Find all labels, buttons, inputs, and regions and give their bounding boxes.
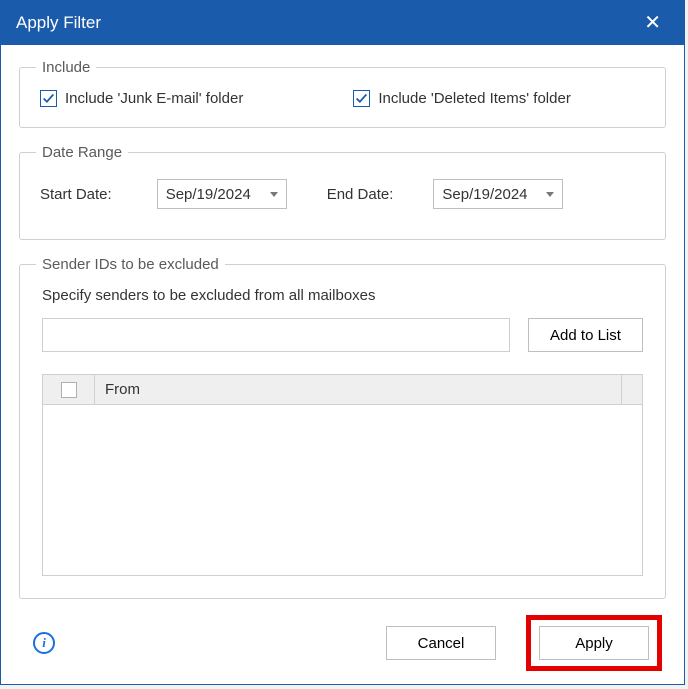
include-junk-row: Include 'Junk E-mail' folder [40, 90, 243, 107]
include-junk-checkbox[interactable] [40, 90, 57, 107]
grid-header-spacer [622, 375, 642, 404]
sender-grid: From [42, 374, 643, 576]
end-date-label: End Date: [327, 186, 394, 203]
grid-select-all-checkbox[interactable] [61, 382, 77, 398]
titlebar: Apply Filter ✕ [1, 1, 684, 45]
date-range-group: Date Range Start Date: Sep/19/2024 End D… [19, 144, 666, 240]
start-date-picker[interactable]: Sep/19/2024 [157, 179, 287, 209]
end-date-picker[interactable]: Sep/19/2024 [433, 179, 563, 209]
include-junk-label[interactable]: Include 'Junk E-mail' folder [65, 90, 243, 107]
chevron-down-icon [546, 192, 554, 197]
sender-grid-body [43, 405, 642, 575]
date-range-legend: Date Range [36, 144, 128, 161]
chevron-down-icon [270, 192, 278, 197]
sender-input-row: Add to List [42, 318, 643, 352]
dialog-body: Include Include 'Junk E-mail' folder Inc… [1, 45, 684, 689]
date-range-body: Start Date: Sep/19/2024 End Date: Sep/19… [20, 161, 665, 239]
start-date-label: Start Date: [40, 186, 112, 203]
start-date-value: Sep/19/2024 [166, 186, 251, 203]
include-deleted-label[interactable]: Include 'Deleted Items' folder [378, 90, 571, 107]
end-date-value: Sep/19/2024 [442, 186, 527, 203]
sender-input[interactable] [42, 318, 510, 352]
check-icon [42, 92, 55, 105]
dialog-title: Apply Filter [16, 13, 101, 33]
dialog-footer: i Cancel Apply [19, 615, 666, 671]
include-deleted-checkbox[interactable] [353, 90, 370, 107]
include-group: Include Include 'Junk E-mail' folder Inc… [19, 59, 666, 128]
close-icon[interactable]: ✕ [636, 9, 669, 37]
sender-grid-header: From [43, 375, 642, 405]
start-date-group: Start Date: Sep/19/2024 [40, 179, 287, 209]
apply-highlight: Apply [526, 615, 662, 671]
include-legend: Include [36, 59, 96, 76]
sender-ids-body: Specify senders to be excluded from all … [20, 273, 665, 598]
cancel-button[interactable]: Cancel [386, 626, 496, 660]
check-icon [355, 92, 368, 105]
apply-filter-dialog: Apply Filter ✕ Include Include 'Junk E-m… [0, 0, 685, 685]
apply-button[interactable]: Apply [539, 626, 649, 660]
end-date-group: End Date: Sep/19/2024 [327, 179, 564, 209]
sender-ids-group: Sender IDs to be excluded Specify sender… [19, 256, 666, 599]
grid-header-from[interactable]: From [95, 375, 622, 404]
info-icon[interactable]: i [33, 632, 55, 654]
footer-buttons: Cancel Apply [386, 615, 662, 671]
sender-ids-legend: Sender IDs to be excluded [36, 256, 225, 273]
grid-header-checkbox-cell [43, 375, 95, 404]
add-to-list-button[interactable]: Add to List [528, 318, 643, 352]
include-deleted-row: Include 'Deleted Items' folder [353, 90, 571, 107]
sender-caption: Specify senders to be excluded from all … [42, 287, 643, 304]
include-body: Include 'Junk E-mail' folder Include 'De… [20, 76, 665, 127]
